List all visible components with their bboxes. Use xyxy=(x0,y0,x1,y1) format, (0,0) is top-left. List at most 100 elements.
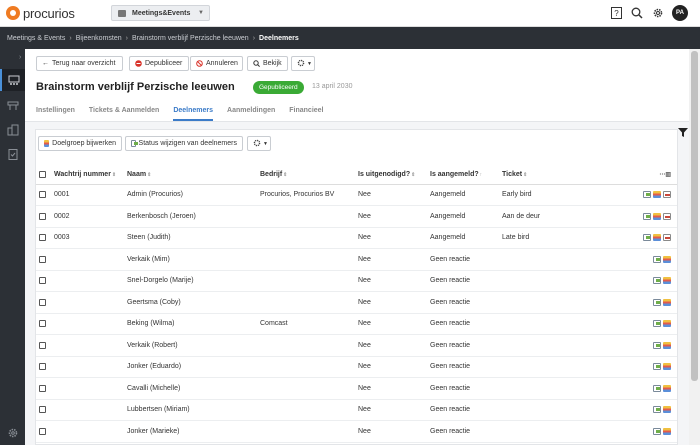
tab-instellingen[interactable]: Instellingen xyxy=(36,107,75,121)
table-row[interactable]: Verkaik (Robert) Nee Geen reactie xyxy=(36,334,677,357)
edit-icon[interactable] xyxy=(653,255,661,263)
edit-icon[interactable] xyxy=(653,341,661,349)
cell-invited: Nee xyxy=(358,227,430,249)
row-checkbox[interactable] xyxy=(39,191,46,199)
table-row[interactable]: Geertsma (Coby) Nee Geen reactie xyxy=(36,291,677,314)
avatar[interactable]: PA xyxy=(672,5,688,21)
column-header[interactable]: Is uitgenodigd?⇕ xyxy=(358,166,430,185)
tab-aanmeldingen[interactable]: Aanmeldingen xyxy=(227,107,275,121)
breadcrumb-item[interactable]: Meetings & Events xyxy=(7,35,65,42)
edit-icon[interactable] xyxy=(653,320,661,328)
ticket-icon[interactable] xyxy=(663,191,671,199)
group-icon[interactable] xyxy=(653,212,661,220)
status-badge: Gepubliceerd xyxy=(253,81,304,94)
row-checkbox[interactable] xyxy=(39,341,46,349)
table-row[interactable]: 0002 Berkenbosch (Jeroen) Nee Aangemeld Aan … xyxy=(36,205,677,228)
edit-icon[interactable] xyxy=(653,406,661,414)
row-checkbox[interactable] xyxy=(39,363,46,371)
cell-invited: Nee xyxy=(358,313,430,335)
tab-tickets-aanmelden[interactable]: Tickets & Aanmelden xyxy=(89,107,159,121)
filter-icon[interactable] xyxy=(678,128,688,139)
edit-icon[interactable] xyxy=(643,234,651,242)
column-header[interactable]: Naam⇕ xyxy=(127,166,260,185)
table-row[interactable]: Snel-Dorgelo (Marije) Nee Geen reactie xyxy=(36,270,677,292)
breadcrumb-item[interactable]: Bijeenkomsten xyxy=(76,35,122,42)
cell-registered: Geen reactie xyxy=(430,291,502,314)
search-icon[interactable] xyxy=(630,6,644,20)
row-checkbox[interactable] xyxy=(39,234,46,242)
table-row[interactable]: Cavalli (Michelle) Nee Geen reactie xyxy=(36,377,677,400)
more-options-button[interactable]: ▼ xyxy=(291,56,315,71)
breadcrumb-item[interactable]: Brainstorm verblijf Perzische leeuwen xyxy=(132,35,249,42)
unpublish-button[interactable]: Depubliceer xyxy=(129,56,189,71)
sidebar-item-events[interactable] xyxy=(0,69,25,91)
edit-icon[interactable] xyxy=(653,363,661,371)
cell-ticket xyxy=(502,356,602,378)
bulk-options-button[interactable]: ▼ xyxy=(247,136,271,151)
table-row[interactable]: Jonker (Eduardo) Nee Geen reactie xyxy=(36,356,677,378)
view-button[interactable]: Bekijk xyxy=(247,56,288,71)
group-icon[interactable] xyxy=(653,191,661,199)
group-icon[interactable] xyxy=(663,277,671,285)
group-icon[interactable] xyxy=(663,427,671,435)
row-checkbox[interactable] xyxy=(39,427,46,435)
group-icon[interactable] xyxy=(663,298,671,306)
select-all-checkbox[interactable] xyxy=(39,171,46,179)
row-checkbox[interactable] xyxy=(39,406,46,414)
ticket-icon[interactable] xyxy=(663,234,671,242)
cell-company xyxy=(260,377,358,400)
scrollbar-thumb[interactable] xyxy=(691,51,698,381)
ticket-icon[interactable] xyxy=(663,212,671,220)
row-checkbox[interactable] xyxy=(39,277,46,285)
column-header[interactable]: Is aangemeld?↑ xyxy=(430,166,502,185)
row-checkbox[interactable] xyxy=(39,320,46,328)
column-header[interactable]: Wachtrij nummer⇕ xyxy=(54,166,127,185)
table-row[interactable]: Verkaik (Mim) Nee Geen reactie xyxy=(36,248,677,271)
module-switcher[interactable]: Meetings&Events ▼ xyxy=(111,5,210,21)
group-icon[interactable] xyxy=(663,320,671,328)
row-checkbox[interactable] xyxy=(39,212,46,220)
table-row[interactable]: Jonker (Marieke) Nee Geen reactie xyxy=(36,420,677,443)
back-button[interactable]: ← Terug naar overzicht xyxy=(36,56,123,71)
cell-name: Snel-Dorgelo (Marije) xyxy=(127,270,260,292)
sidebar-item-locations[interactable] xyxy=(0,119,25,141)
column-settings-icon[interactable]: ⋯▥ xyxy=(602,166,677,185)
logo[interactable]: procurios xyxy=(6,5,75,21)
tab-deelnemers[interactable]: Deelnemers xyxy=(173,107,214,121)
column-header[interactable]: Bedrijf⇕ xyxy=(260,166,358,185)
sidebar-item-dashboard[interactable] xyxy=(0,94,25,116)
help-icon[interactable]: ? xyxy=(609,6,623,20)
table-row[interactable]: 0003 Steen (Judith) Nee Aangemeld Late bird xyxy=(36,227,677,249)
table-row[interactable]: Beking (Wilma) Comcast Nee Geen reactie xyxy=(36,313,677,335)
chevron-right-icon[interactable]: › xyxy=(19,54,21,61)
edit-icon[interactable] xyxy=(653,298,661,306)
row-checkbox[interactable] xyxy=(39,384,46,392)
tab-financieel[interactable]: Financieel xyxy=(289,107,323,121)
update-target-group-button[interactable]: Doelgroep bijwerken xyxy=(38,136,122,151)
page-scrollbar[interactable] xyxy=(689,49,700,445)
column-header[interactable]: Ticket⇕ xyxy=(502,166,602,185)
cell-name: Lubbertsen (Miriam) xyxy=(127,399,260,421)
row-checkbox[interactable] xyxy=(39,298,46,306)
group-icon[interactable] xyxy=(653,234,661,242)
cancel-event-button[interactable]: Annuleren xyxy=(190,56,243,71)
sidebar-item-tasks[interactable] xyxy=(0,143,25,165)
gear-icon[interactable] xyxy=(651,6,665,20)
group-icon[interactable] xyxy=(663,384,671,392)
sidebar-item-settings[interactable] xyxy=(0,422,25,444)
edit-icon[interactable] xyxy=(653,277,661,285)
table-row[interactable]: 0001 Admin (Procurios) Procurios, Procurio… xyxy=(36,184,677,206)
change-status-button[interactable]: Status wijzigen van deelnemers xyxy=(125,136,243,151)
edit-icon[interactable] xyxy=(653,427,661,435)
edit-icon[interactable] xyxy=(643,191,651,199)
cell-queue xyxy=(54,270,127,292)
edit-icon[interactable] xyxy=(643,212,651,220)
group-icon[interactable] xyxy=(663,406,671,414)
group-icon[interactable] xyxy=(663,255,671,263)
row-checkbox[interactable] xyxy=(39,255,46,263)
table-row[interactable]: Lubbertsen (Miriam) Nee Geen reactie xyxy=(36,399,677,421)
cell-ticket xyxy=(502,420,602,443)
group-icon[interactable] xyxy=(663,341,671,349)
edit-icon[interactable] xyxy=(653,384,661,392)
group-icon[interactable] xyxy=(663,363,671,371)
